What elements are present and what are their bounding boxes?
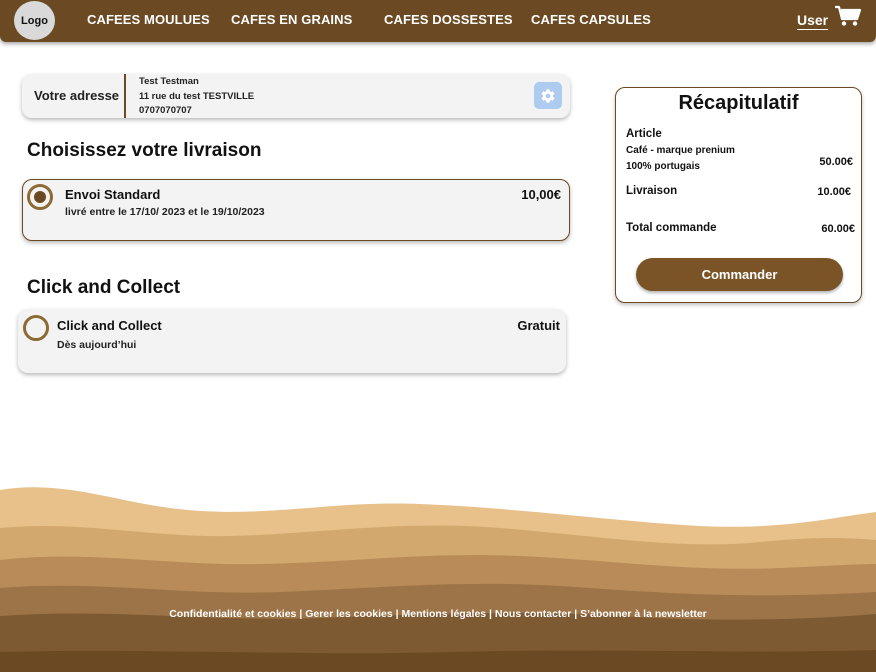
nav-cafes-capsules[interactable]: CAFES CAPSULES xyxy=(531,12,651,27)
summary-delivery-price: 10.00€ xyxy=(817,186,851,198)
user-link[interactable]: User xyxy=(797,12,828,28)
option-subtitle-standard: livré entre le 17/10/ 2023 et le 19/10/2… xyxy=(65,206,265,218)
address-card: Votre adresse Test Testman 11 rue du tes… xyxy=(22,74,570,118)
edit-address-button[interactable] xyxy=(534,82,562,109)
gear-icon xyxy=(541,88,555,103)
summary-article-price: 50.00€ xyxy=(819,156,853,168)
summary-title: Récapitulatif xyxy=(678,92,799,114)
summary-article-line1: Café - marque prenium xyxy=(626,145,735,156)
summary-article-desc: Café - marque prenium 100% portugais xyxy=(626,143,735,175)
option-title-standard: Envoi Standard xyxy=(65,187,161,202)
footer-separator: | xyxy=(486,608,495,620)
address-details: Test Testman 11 rue du test TESTVILLE 07… xyxy=(139,75,254,119)
footer-link-privacy[interactable]: Confidentialité et cookies xyxy=(169,608,296,620)
footer-link-contact[interactable]: Nous contacter xyxy=(495,608,571,620)
footer-link-legal[interactable]: Mentions légales xyxy=(402,608,487,620)
delivery-option-click-collect[interactable]: Click and Collect Dès aujourd’hui Gratui… xyxy=(18,309,566,373)
nav-cafes-en-grains[interactable]: CAFES EN GRAINS xyxy=(231,12,352,27)
summary-total-label: Total commande xyxy=(626,222,717,234)
shopping-cart-icon[interactable] xyxy=(834,5,862,27)
order-button[interactable]: Commander xyxy=(636,258,843,291)
footer-link-cookies[interactable]: Gerer les cookies xyxy=(305,608,393,620)
top-navbar: Logo CAFEES MOULUES CAFES EN GRAINS CAFE… xyxy=(0,0,876,42)
delivery-section-title: Choisissez votre livraison xyxy=(27,140,262,161)
click-collect-section-title: Click and Collect xyxy=(27,277,181,298)
radio-click-collect[interactable] xyxy=(23,315,49,341)
option-price-click-collect: Gratuit xyxy=(517,318,560,333)
order-summary: Récapitulatif Article Café - marque pren… xyxy=(615,87,862,303)
radio-standard[interactable] xyxy=(27,184,53,210)
nav-cafees-moulues[interactable]: CAFEES MOULUES xyxy=(87,12,210,27)
address-divider xyxy=(124,74,126,118)
option-price-standard: 10,00€ xyxy=(521,187,561,202)
nav-cafes-dossestes[interactable]: CAFES DOSSESTES xyxy=(384,12,513,27)
summary-total-price: 60.00€ xyxy=(821,223,855,235)
summary-delivery-label: Livraison xyxy=(626,185,678,197)
address-street: 11 rue du test TESTVILLE xyxy=(139,90,255,102)
delivery-option-standard[interactable]: Envoi Standard livré entre le 17/10/ 202… xyxy=(22,179,570,241)
footer-link-newsletter[interactable]: S’abonner à la newsletter xyxy=(580,608,707,620)
footer-separator: | xyxy=(296,608,306,620)
footer-separator: | xyxy=(392,608,402,620)
summary-article-line2: 100% portugais xyxy=(626,161,700,172)
logo[interactable]: Logo xyxy=(14,1,55,40)
address-name: Test Testman xyxy=(139,76,199,87)
address-label: Votre adresse xyxy=(34,88,120,103)
footer-dunes-illustration xyxy=(0,487,876,672)
footer-links: Confidentialité et cookies | Gerer les c… xyxy=(0,608,876,620)
address-phone: 0707070707 xyxy=(139,105,192,116)
option-title-click-collect: Click and Collect xyxy=(57,318,162,333)
footer-separator: | xyxy=(571,608,581,620)
summary-article-label: Article xyxy=(626,128,662,140)
option-subtitle-click-collect: Dès aujourd’hui xyxy=(57,339,137,351)
